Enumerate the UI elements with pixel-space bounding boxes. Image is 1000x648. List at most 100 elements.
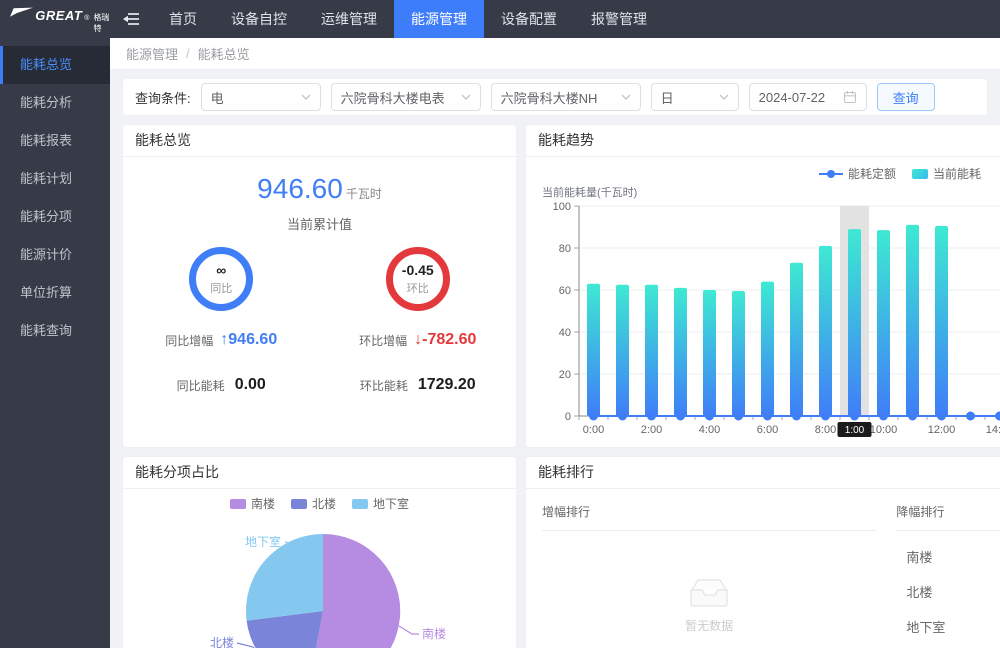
bar-6:00 [761, 282, 774, 416]
breadcrumb-current: 能耗总览 [198, 44, 250, 63]
chevron-down-icon [719, 94, 729, 100]
collapse-sidebar-button[interactable] [122, 12, 140, 26]
date-picker[interactable]: 2024-07-22 [749, 83, 867, 111]
search-button[interactable]: 查询 [877, 83, 935, 111]
nav-tab-4[interactable]: 设备配置 [484, 0, 574, 38]
ranking-body: 增幅排行 暂无数据 降幅排行 南楼北楼地下室 [526, 489, 1000, 636]
y-tick-label: 60 [559, 285, 571, 297]
nav-tab-1[interactable]: 设备自控 [214, 0, 304, 38]
x-tick-label: 4:00 [699, 424, 720, 436]
nav-tab-0[interactable]: 首页 [152, 0, 214, 38]
decrease-rank-item-0[interactable]: 南楼 [896, 547, 1000, 566]
chevron-down-icon [621, 94, 631, 100]
sidebar-item-2[interactable]: 能耗报表 [0, 122, 110, 160]
query-select-energy-type[interactable]: 电 [201, 83, 321, 111]
x-tick-label: 8:00 [815, 424, 836, 436]
legend-item-line[interactable]: 能耗定额 [819, 165, 896, 182]
pie-legend-item[interactable]: 南楼 [230, 495, 275, 512]
yoy-growth-number: 946.60 [228, 331, 277, 348]
sidebar-item-3[interactable]: 能耗计划 [0, 160, 110, 198]
brand-name-cn: 格瑞特 [93, 12, 112, 34]
bar-12:00 [935, 226, 948, 416]
decrease-ranking-title: 降幅排行 [896, 495, 1000, 531]
legend-label: 能耗定额 [848, 165, 896, 182]
mom-growth: 环比增幅 ↓-782.60 [359, 331, 476, 349]
sidebar-item-6[interactable]: 单位折算 [0, 274, 110, 312]
sidebar-item-7[interactable]: 能耗查询 [0, 312, 110, 350]
overview-card-title: 能耗总览 [123, 125, 516, 157]
bar-marker-icon [912, 169, 928, 179]
yoy-column: ∞ 同比 同比增幅 ↑946.60 同比能耗 0.00 [123, 247, 320, 394]
pie-label-地下室: 地下室 [245, 534, 281, 549]
nav-tab-5[interactable]: 报警管理 [574, 0, 664, 38]
mom-ring-value: -0.45 [402, 262, 434, 278]
decrease-rank-item-1[interactable]: 北楼 [896, 582, 1000, 601]
legend-item-bar[interactable]: 当前能耗 [912, 165, 981, 182]
breakdown-pie-chart[interactable]: 南楼北楼地下室 [123, 507, 517, 648]
trend-chart[interactable]: 当前能耗量(千瓦时)0204060801000:002:004:006:008:… [534, 184, 1000, 444]
breadcrumb-parent[interactable]: 能源管理 [126, 44, 178, 63]
pie-legend: 南楼北楼地下室 [123, 495, 516, 512]
legend-swatch-icon [291, 499, 307, 509]
quota-dot [995, 412, 1000, 421]
query-label: 查询条件: [135, 88, 191, 107]
increase-ranking: 增幅排行 暂无数据 [542, 495, 876, 636]
bar-5:00 [732, 291, 745, 416]
quota-dot [734, 412, 743, 421]
query-bar: 查询条件: 电 六院骨科大楼电表 六院骨科大楼NH 日 2024-07-22 查询 [122, 78, 988, 116]
bar-11:00 [906, 225, 919, 416]
yoy-energy-value: 0.00 [235, 376, 266, 394]
y-axis-title: 当前能耗量(千瓦时) [542, 185, 637, 199]
mom-growth-value: ↓-782.60 [414, 331, 476, 349]
bar-2:00 [645, 285, 658, 416]
sidebar-item-0[interactable]: 能耗总览 [0, 46, 110, 84]
legend-label: 南楼 [251, 495, 275, 512]
sidebar-item-5[interactable]: 能源计价 [0, 236, 110, 274]
quota-dot [618, 412, 627, 421]
query-select-period[interactable]: 日 [651, 83, 739, 111]
empty-state: 暂无数据 [542, 575, 876, 634]
select-value: 六院骨科大楼NH [501, 88, 598, 107]
bar-10:00 [877, 230, 890, 416]
pie-label-北楼: 北楼 [210, 635, 234, 648]
x-tick-label: 2:00 [641, 424, 662, 436]
x-tick-label: 14:00 [986, 424, 1000, 436]
nav-tab-3[interactable]: 能源管理 [394, 0, 484, 38]
content: 查询条件: 电 六院骨科大楼电表 六院骨科大楼NH 日 2024-07-22 查询 能… [110, 70, 1000, 648]
mom-ring-label: 环比 [407, 280, 429, 296]
sidebar-item-4[interactable]: 能耗分项 [0, 198, 110, 236]
x-tick-label: 10:00 [870, 424, 898, 436]
trend-legend: 能耗定额 当前能耗 [526, 157, 981, 182]
quota-dot [850, 412, 859, 421]
decrease-rank-item-2[interactable]: 地下室 [896, 617, 1000, 636]
mom-ring: -0.45 环比 [386, 247, 450, 311]
legend-label: 当前能耗 [933, 165, 981, 182]
empty-box-icon [686, 575, 732, 609]
sidebar: 能耗总览能耗分析能耗报表能耗计划能耗分项能源计价单位折算能耗查询 [0, 38, 110, 648]
brand-logo: GREAT ® 格瑞特 [0, 5, 112, 34]
mom-energy-value: 1729.20 [418, 376, 476, 394]
sidebar-item-1[interactable]: 能耗分析 [0, 84, 110, 122]
top-navbar: GREAT ® 格瑞特 首页设备自控运维管理能源管理设备配置报警管理 [0, 0, 1000, 38]
total-label: 当前累计值 [123, 214, 516, 233]
quota-dot [763, 412, 772, 421]
query-selects: 电 六院骨科大楼电表 六院骨科大楼NH 日 [201, 83, 739, 111]
trend-card: 能耗趋势 能耗定额当前能耗 当前能耗量(千瓦时)0204060801000:00… [525, 124, 1000, 448]
brand-flag-icon [10, 5, 33, 20]
select-value: 电 [211, 88, 224, 107]
pie-legend-item[interactable]: 北楼 [291, 495, 336, 512]
decrease-ranking: 降幅排行 南楼北楼地下室 [896, 495, 1000, 636]
mom-column: -0.45 环比 环比增幅 ↓-782.60 环比能耗 1729.20 [320, 247, 517, 394]
query-select-meter[interactable]: 六院骨科大楼电表 [331, 83, 481, 111]
select-value: 日 [661, 88, 674, 107]
pie-label-line [399, 626, 419, 634]
overview-card: 能耗总览 946.60千瓦时 当前累计值 ∞ 同比 同比增幅 ↑946.60 [122, 124, 517, 448]
ranking-card: 能耗排行 增幅排行 暂无数据 降幅排行 [525, 456, 1000, 648]
pie-legend-item[interactable]: 地下室 [352, 495, 409, 512]
yoy-growth: 同比增幅 ↑946.60 [165, 331, 277, 349]
breadcrumb-separator: / [186, 46, 190, 61]
comparison-rings: ∞ 同比 同比增幅 ↑946.60 同比能耗 0.00 [123, 247, 516, 394]
total-value: 946.60 [257, 173, 343, 204]
query-select-device[interactable]: 六院骨科大楼NH [491, 83, 641, 111]
nav-tab-2[interactable]: 运维管理 [304, 0, 394, 38]
